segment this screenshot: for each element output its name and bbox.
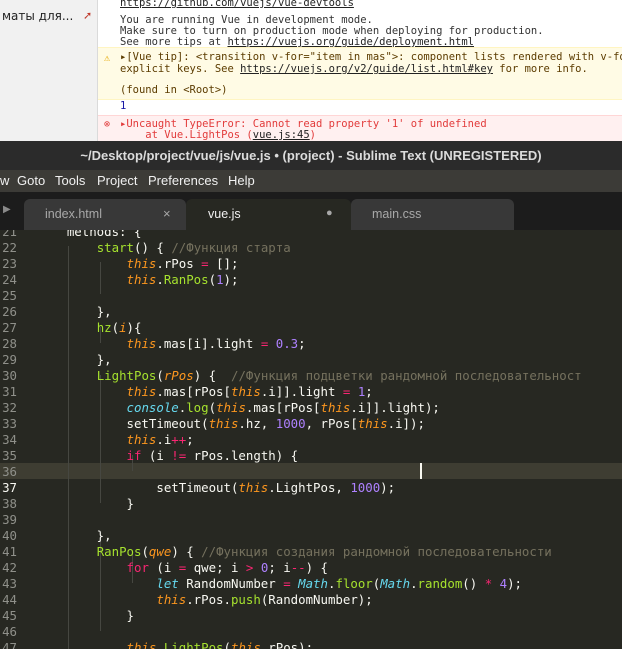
line-number: 47	[2, 640, 17, 649]
menu-preferences[interactable]: Preferences	[148, 170, 218, 192]
code-line[interactable]: methods: {	[37, 230, 142, 239]
code-line[interactable]: this.i++;	[37, 432, 194, 447]
warning-text: (found in <Root>)	[120, 84, 228, 96]
code-line[interactable]: setTimeout(this.hz, 1000, rPos[this.i]);	[37, 416, 425, 431]
code-line[interactable]: },	[37, 528, 112, 543]
file-item-label[interactable]: маты для...	[2, 9, 73, 23]
tab-label: main.css	[372, 207, 422, 221]
warning-text: ▸[Vue tip]: <transition v-for="item in m…	[120, 51, 622, 63]
code-line[interactable]: this.rPos = [];	[37, 256, 239, 271]
code-line[interactable]: }	[37, 496, 134, 511]
console-link[interactable]: https://github.com/vuejs/vue-devtools	[120, 0, 354, 9]
warning-link[interactable]: https://vuejs.org/v2/guide/list.html#key	[240, 63, 493, 75]
code-line[interactable]: this.LightPos(this.rPos);	[37, 640, 314, 649]
code-line[interactable]: RanPos(qwe) { //Функция создания рандомн…	[37, 544, 552, 559]
code-line[interactable]: this.rPos.push(RandomNumber);	[37, 592, 372, 607]
file-list-panel: маты для... ➚	[0, 0, 98, 141]
code-line[interactable]: start() { //Функция старта	[37, 240, 291, 255]
tab-index-html[interactable]: index.html ×	[24, 199, 186, 230]
console-error[interactable]: ⊗ ▸Uncaught TypeError: Cannot read prope…	[98, 115, 622, 141]
console-warning[interactable]: ⚠ ▸[Vue tip]: <transition v-for="item in…	[98, 47, 622, 100]
code-line[interactable]: }	[37, 608, 134, 623]
code-line[interactable]: let RandomNumber = Math.floor(Math.rando…	[37, 576, 522, 591]
line-number: 45	[2, 608, 17, 623]
code-line[interactable]: setTimeout(this.LightPos, 1000);	[37, 480, 395, 495]
error-source-link[interactable]: vue.js:45	[253, 129, 310, 141]
window-title: ~/Desktop/project/vue/js/vue.js • (proje…	[80, 148, 542, 163]
menu-view[interactable]: w	[0, 170, 9, 192]
tab-label: index.html	[45, 207, 102, 221]
tab-main-css[interactable]: main.css	[351, 199, 514, 230]
warning-text-row: ▸[Vue tip]: <transition v-for="item in m…	[98, 51, 622, 63]
line-number: 28	[2, 336, 17, 351]
code-line[interactable]: console.log(this.mas[rPos[this.i]].light…	[37, 400, 440, 415]
line-number: 38	[2, 496, 17, 511]
line-number: 22	[2, 240, 17, 255]
line-number: 39	[2, 512, 17, 527]
warning-text: explicit keys. See	[120, 63, 241, 75]
line-number: 40	[2, 528, 17, 543]
line-number: 23	[2, 256, 17, 271]
line-number: 21	[2, 230, 17, 239]
pin-icon[interactable]: ➚	[83, 9, 92, 22]
warning-text-row: (found in <Root>)	[98, 84, 622, 96]
code-line[interactable]: },	[37, 304, 112, 319]
code-line[interactable]: for (i = qwe; i > 0; i--) {	[37, 560, 329, 575]
code-editor[interactable]: 21 methods: { 22 start() { //Функция стар…	[0, 230, 622, 649]
code-line[interactable]: this.mas[i].light = 0.3;	[37, 336, 306, 351]
line-number: 36	[2, 464, 17, 479]
code-line[interactable]: LightPos(rPos) { //Функция подцветки ран…	[37, 368, 582, 383]
tab-vue-js[interactable]: vue.js ●	[186, 199, 351, 230]
console-log-row: 1	[98, 100, 622, 112]
line-number: 44	[2, 592, 17, 607]
code-line[interactable]: if (i != rPos.length) {	[37, 448, 299, 463]
menu-bar: w Goto Tools Project Preferences Help	[0, 170, 622, 192]
tab-label: vue.js	[208, 207, 241, 221]
menu-help[interactable]: Help	[228, 170, 255, 192]
text-cursor	[420, 463, 422, 479]
line-number: 24	[2, 272, 17, 287]
line-number: 31	[2, 384, 17, 399]
menu-goto[interactable]: Goto	[17, 170, 45, 192]
code-line[interactable]: hz(i){	[37, 320, 142, 335]
menu-project[interactable]: Project	[97, 170, 137, 192]
line-number: 25	[2, 288, 17, 303]
console-log-value: 1	[120, 100, 127, 112]
error-text: at Vue.LightPos (	[120, 129, 253, 141]
sidebar-toggle-icon[interactable]: ▶	[3, 204, 11, 215]
current-line-highlight	[0, 463, 622, 479]
line-number: 33	[2, 416, 17, 431]
line-number: 34	[2, 432, 17, 447]
line-number: 42	[2, 560, 17, 575]
warning-text: for more info.	[492, 63, 588, 75]
line-number: 32	[2, 400, 17, 415]
line-number: 41	[2, 544, 17, 559]
unsaved-dot-icon[interactable]: ●	[326, 207, 333, 219]
window-title-bar[interactable]: ~/Desktop/project/vue/js/vue.js • (proje…	[0, 141, 622, 170]
error-text-row: at Vue.LightPos (vue.js:45)	[98, 129, 622, 141]
line-number: 46	[2, 624, 17, 639]
tab-bar: ▶ index.html × vue.js ● main.css	[0, 192, 622, 230]
console-log-row: https://github.com/vuejs/vue-devtools	[98, 0, 622, 9]
browser-devtools-area: маты для... ➚ https://github.com/vuejs/v…	[0, 0, 622, 141]
line-number: 30	[2, 368, 17, 383]
line-number: 43	[2, 576, 17, 591]
line-number: 35	[2, 448, 17, 463]
line-number: 26	[2, 304, 17, 319]
warning-text-row: explicit keys. See https://vuejs.org/v2/…	[98, 63, 622, 75]
console-panel: https://github.com/vuejs/vue-devtools Yo…	[98, 0, 622, 141]
tab-close-icon[interactable]: ×	[163, 206, 171, 221]
line-number: 29	[2, 352, 17, 367]
menu-tools[interactable]: Tools	[55, 170, 85, 192]
code-line[interactable]: this.RanPos(1);	[37, 272, 239, 287]
code-line[interactable]: this.mas[rPos[this.i]].light = 1;	[37, 384, 373, 399]
line-number: 37	[2, 480, 17, 495]
error-text: )	[309, 129, 316, 141]
line-number: 27	[2, 320, 17, 335]
code-line[interactable]: },	[37, 352, 112, 367]
